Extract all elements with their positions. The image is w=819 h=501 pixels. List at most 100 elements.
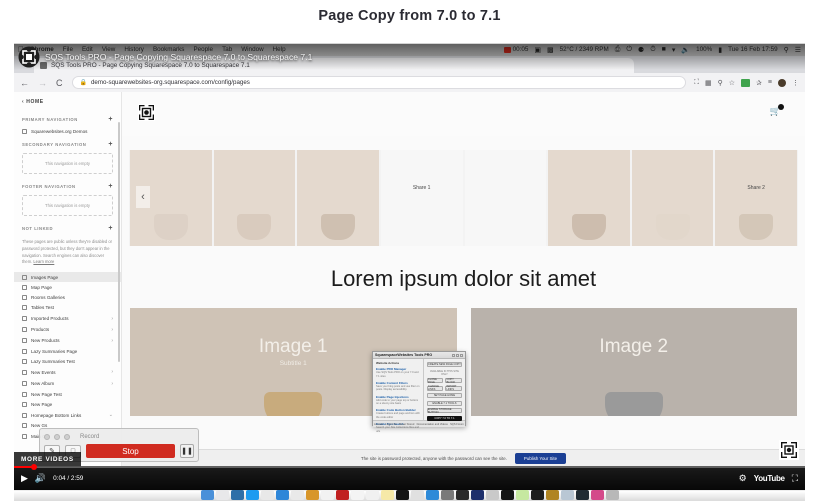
recorder-option-dot[interactable]	[44, 434, 50, 440]
sidebar-item-new-page-test[interactable]: New Page Test	[14, 389, 121, 399]
volume-icon[interactable]: 🔊	[35, 473, 46, 484]
video-overlay-title[interactable]: SQS Tools PRO - Page Copying Squarespace…	[45, 52, 312, 62]
dock-icon-flash[interactable]	[470, 490, 484, 500]
action-change-links[interactable]: CHANGE LINKS	[426, 385, 444, 391]
dock-icon-image-capture[interactable]	[560, 490, 574, 500]
action-copy-block[interactable]: COPY BLOCK	[445, 378, 463, 384]
dock-icon-skype[interactable]	[245, 490, 259, 500]
fullscreen-icon[interactable]: ⛶	[792, 473, 798, 484]
dock-icon-system-preferences[interactable]	[440, 490, 454, 500]
search-icon[interactable]: ⚲	[718, 79, 723, 87]
recorder-option-dot[interactable]	[64, 434, 70, 440]
close-icon[interactable]	[460, 353, 463, 357]
site-logo-icon[interactable]	[138, 104, 155, 121]
list-icon[interactable]: ≡	[768, 79, 772, 86]
sidebar-item-homepage-bottom-links[interactable]: Homepage Bottom Links ⌄	[14, 410, 121, 421]
tools-pro-titlebar[interactable]: SquarespaceWebsites Tools PRO	[373, 352, 465, 359]
back-button[interactable]: ←	[20, 78, 29, 88]
gallery-cell-screenshot[interactable]: Share 1	[380, 150, 463, 246]
action-set-page-home[interactable]: SET PAGE HOME	[426, 393, 462, 398]
gallery-prev-arrow[interactable]: ‹	[136, 186, 150, 208]
dock-icon-coin-app[interactable]	[545, 490, 559, 500]
play-icon[interactable]: ▶	[21, 473, 28, 484]
video-progress-bar[interactable]	[14, 464, 805, 470]
sidebar-item-imported-products[interactable]: Imported Products ›	[14, 313, 121, 324]
video-controls[interactable]: ▶ 🔊 0:04 / 2:59 ⚙ YouTube ⛶	[14, 464, 805, 490]
add-secondary-page-button[interactable]: +	[108, 141, 113, 148]
gallery-cell[interactable]: Share 2	[715, 150, 797, 246]
dock-icon-chrome[interactable]	[290, 490, 304, 500]
squarespace-pages-sidebar[interactable]: ‹ HOME PRIMARY NAVIGATION + Squarewebsit…	[14, 92, 122, 466]
profile-avatar-icon[interactable]	[778, 78, 786, 87]
footer-reset-stored[interactable]: Reset Stored	[399, 423, 414, 426]
cast-icon[interactable]: ⛶	[694, 79, 699, 87]
progress-scrubber[interactable]	[31, 464, 38, 470]
gallery-cell[interactable]	[548, 150, 630, 246]
dock-icon-filezilla[interactable]	[335, 490, 349, 500]
action-enable-71-tools[interactable]: ENABLE 7.1 TOOLS	[426, 400, 462, 406]
sidebar-item-lazy-summaries-page[interactable]: Lazy Summaries Page	[14, 347, 121, 357]
sidebar-item-images-page[interactable]: Images Page	[14, 272, 121, 283]
option-row[interactable]: Enable Content Filters Save your blog po…	[376, 381, 420, 392]
chevron-icon[interactable]: ›	[111, 338, 113, 344]
dock-icon-finder[interactable]	[200, 490, 214, 500]
gallery-cell[interactable]	[297, 150, 379, 246]
gallery-cell[interactable]	[631, 150, 714, 246]
dock-icon-cyberduck[interactable]	[230, 490, 244, 500]
dock-icon-terminal[interactable]	[530, 490, 544, 500]
dock-icon-calendar[interactable]	[350, 490, 364, 500]
sidebar-item-products[interactable]: Products ›	[14, 324, 121, 335]
gallery-strip[interactable]: ‹ Share 1 Share 2	[129, 150, 798, 246]
gallery-cell[interactable]: ‹	[130, 150, 212, 246]
bookmark-star-icon[interactable]: ☆	[729, 79, 735, 87]
puzzle-icon[interactable]: ✰	[756, 79, 762, 87]
sidebar-item-rooms-galleries[interactable]: Rooms Galleries	[14, 293, 121, 303]
chevron-icon[interactable]: ›	[111, 327, 113, 333]
video-player[interactable]:  Chrome File Edit View History Bookmark…	[14, 43, 805, 490]
dock-icon-notes[interactable]	[380, 490, 394, 500]
footer-documentation[interactable]: Documentation and Videos	[417, 423, 448, 426]
action-enable-storage-button[interactable]: ENABLE STORAGE BUTTON	[426, 408, 462, 414]
option-row[interactable]: Enable Page Injections Add code to your …	[376, 395, 420, 406]
publish-site-button[interactable]: Publish Your Site	[514, 452, 567, 464]
dock-icon-textedit[interactable]	[320, 490, 334, 500]
maximize-icon[interactable]	[456, 353, 459, 357]
dock-icon-trash[interactable]	[605, 490, 619, 500]
sidebar-item-new-events[interactable]: New Events ›	[14, 367, 121, 378]
stop-recording-button[interactable]: Stop	[86, 444, 175, 458]
youtube-brand[interactable]: YouTube	[754, 474, 785, 483]
recorder-option-dot[interactable]	[54, 434, 60, 440]
add-footer-page-button[interactable]: +	[108, 183, 113, 190]
image-block-2[interactable]: Image 2	[470, 308, 797, 416]
dock-icon-preview[interactable]	[215, 490, 229, 500]
channel-watermark-icon[interactable]	[779, 440, 799, 460]
dock-icon-activity-monitor[interactable]	[395, 490, 409, 500]
dock-icon-app-store[interactable]	[425, 490, 439, 500]
address-bar[interactable]: 🔒 demo-squarewebsites-org.squarespace.co…	[71, 76, 687, 89]
window-controls[interactable]	[452, 353, 463, 357]
sqs-tools-pro-window[interactable]: SquarespaceWebsites Tools PRO Website Ac…	[372, 351, 466, 433]
sidebar-item-demos[interactable]: Squarewebsites.org Demos	[14, 126, 121, 136]
minimize-icon[interactable]	[452, 353, 455, 357]
dock-icon-battery-app[interactable]	[515, 490, 529, 500]
add-not-linked-page-button[interactable]: +	[108, 225, 113, 232]
chevron-icon[interactable]: ›	[111, 316, 113, 322]
chevron-icon[interactable]: ›	[111, 369, 113, 375]
footer-sqs-forum[interactable]: SQS Forum	[450, 423, 464, 426]
action-create-new-page-copy[interactable]: CREATE NEW PAGE COPY	[426, 362, 462, 367]
add-primary-page-button[interactable]: +	[108, 116, 113, 123]
dock-icon-reminders[interactable]	[365, 490, 379, 500]
extension-green-icon[interactable]	[741, 78, 751, 87]
footer-login-info[interactable]: Login Info	[385, 423, 396, 426]
sidebar-scrollbar[interactable]	[118, 122, 120, 362]
dock-icon-safari[interactable]	[275, 490, 289, 500]
dock-icon-quicktime[interactable]	[575, 490, 589, 500]
chevron-icon[interactable]: ⌄	[109, 412, 113, 418]
gallery-cell-screenshot[interactable]	[464, 150, 547, 246]
dock-icon-istat[interactable]	[455, 490, 469, 500]
macos-dock[interactable]	[14, 490, 805, 501]
dock-icon-sublime-text[interactable]	[305, 490, 319, 500]
sidebar-item-new-page[interactable]: New Page	[14, 399, 121, 409]
menu-kebab-icon[interactable]: ⋮	[792, 79, 799, 87]
action-clone-page[interactable]: CLONE PAGE	[426, 378, 444, 384]
